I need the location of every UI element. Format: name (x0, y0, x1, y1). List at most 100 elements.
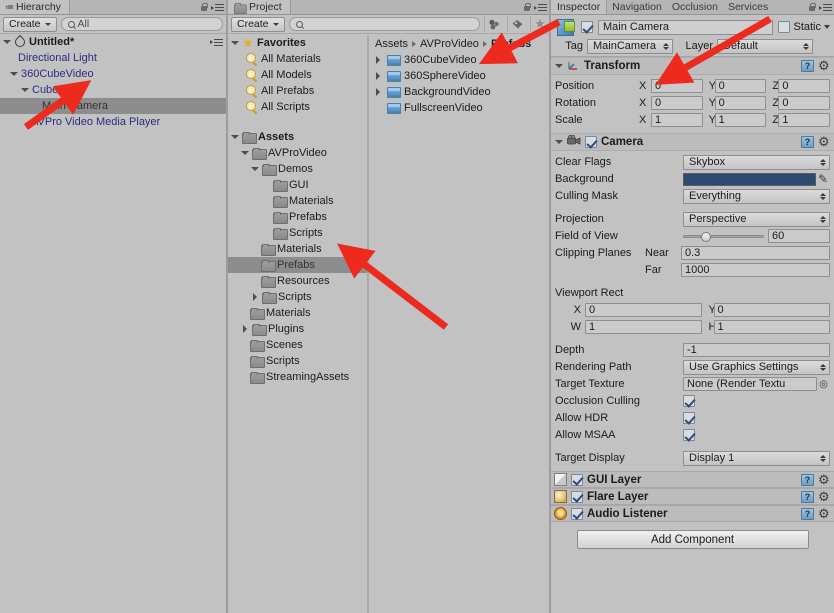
far-input[interactable]: 1000 (681, 263, 830, 277)
scene-root-row[interactable]: Untitled* (0, 34, 226, 50)
filter-by-label-icon[interactable] (507, 16, 526, 32)
folder-streamingassets[interactable]: StreamingAssets (228, 369, 367, 385)
folder-demos[interactable]: Demos (228, 161, 367, 177)
hierarchy-item-360cubevideo[interactable]: 360CubeVideo (0, 66, 226, 82)
folder-avpro-scripts[interactable]: Scripts (228, 289, 367, 305)
viewport-x-input[interactable]: 0 (585, 303, 702, 317)
hierarchy-create-button[interactable]: Create (3, 16, 57, 32)
folder-avpro-materials[interactable]: Materials (228, 241, 367, 257)
scale-z-input[interactable]: 1 (778, 113, 831, 127)
gear-icon[interactable] (818, 506, 830, 522)
scene-expander[interactable] (2, 40, 11, 44)
viewport-y-input[interactable]: 0 (713, 303, 830, 317)
favorites-expander[interactable] (230, 41, 239, 45)
hierarchy-item-cube[interactable]: Cube (0, 82, 226, 98)
expander-demos[interactable] (250, 167, 259, 171)
eyedropper-icon[interactable]: ✎ (816, 172, 830, 186)
folder-demos-materials[interactable]: Materials (228, 193, 367, 209)
flare-layer-component[interactable]: Flare Layer ? (551, 488, 834, 505)
camera-header[interactable]: Camera ? (551, 134, 834, 151)
lock-icon[interactable] (523, 3, 531, 12)
fov-slider-handle[interactable] (701, 231, 712, 242)
gear-icon[interactable] (818, 58, 830, 74)
expander-360cubevideo-asset[interactable] (373, 56, 382, 64)
rotation-x-input[interactable]: 0 (651, 96, 703, 110)
breadcrumb-assets[interactable]: Assets (375, 38, 408, 50)
help-icon[interactable]: ? (801, 490, 814, 503)
help-icon[interactable]: ? (801, 60, 814, 72)
clear-flags-dropdown[interactable]: Skybox (683, 154, 830, 170)
gui-layer-enabled-checkbox[interactable] (571, 473, 583, 486)
asset-item-360cubevideo[interactable]: 360CubeVideo (369, 52, 549, 68)
folder-scenes[interactable]: Scenes (228, 337, 367, 353)
rotation-y-input[interactable]: 0 (714, 96, 767, 110)
occlusion-culling-checkbox[interactable] (683, 395, 695, 407)
allow-hdr-checkbox[interactable] (683, 412, 695, 424)
expander-avprovideo[interactable] (240, 151, 249, 155)
project-search-input[interactable] (288, 17, 480, 31)
object-name-input[interactable]: Main Camera (598, 19, 774, 35)
folder-scripts[interactable]: Scripts (228, 353, 367, 369)
asset-item-360spherevideo[interactable]: 360SphereVideo (369, 68, 549, 84)
fov-slider-track[interactable] (683, 231, 764, 242)
tab-services[interactable]: Services (723, 0, 773, 14)
breadcrumb-prefabs[interactable]: Prefabs (491, 38, 531, 50)
expander-avpro-scripts[interactable] (250, 293, 259, 301)
hierarchy-search-input[interactable]: All (60, 17, 223, 31)
favorites-root[interactable]: ★ Favorites (228, 35, 367, 51)
panel-menu-icon[interactable] (211, 3, 224, 12)
assets-expander[interactable] (230, 135, 239, 139)
hierarchy-item-avpro-video-media-player[interactable]: AVPro Video Media Player (0, 114, 226, 130)
audio-listener-enabled-checkbox[interactable] (571, 507, 583, 520)
folder-demos-scripts[interactable]: Scripts (228, 225, 367, 241)
tab-occlusion[interactable]: Occlusion (667, 0, 723, 14)
gear-icon[interactable] (818, 472, 830, 488)
viewport-w-input[interactable]: 1 (585, 320, 702, 334)
tab-hierarchy[interactable]: ≔ Hierarchy (0, 0, 70, 14)
audio-listener-component[interactable]: Audio Listener ? (551, 505, 834, 522)
add-component-button[interactable]: Add Component (576, 530, 809, 549)
object-enabled-checkbox[interactable] (581, 21, 593, 33)
favorites-item-all-scripts[interactable]: All Scripts (228, 99, 367, 115)
transform-header[interactable]: Transform ? (551, 58, 834, 75)
culling-mask-dropdown[interactable]: Everything (683, 188, 830, 204)
hierarchy-item-main-camera[interactable]: Main Camera (0, 98, 226, 114)
hierarchy-item-directional-light[interactable]: Directional Light (0, 50, 226, 66)
gui-layer-component[interactable]: GUI Layer ? (551, 471, 834, 488)
transform-expander[interactable] (554, 64, 563, 68)
breadcrumb-avprovideo[interactable]: AVProVideo (420, 38, 479, 50)
help-icon[interactable]: ? (801, 473, 814, 486)
target-display-dropdown[interactable]: Display 1 (683, 450, 830, 466)
folder-materials[interactable]: Materials (228, 305, 367, 321)
folder-demos-prefabs[interactable]: Prefabs (228, 209, 367, 225)
filter-by-type-icon[interactable] (484, 16, 503, 32)
object-picker-icon[interactable]: ◎ (817, 379, 830, 390)
lock-icon[interactable] (808, 3, 816, 12)
depth-input[interactable]: -1 (683, 343, 830, 357)
tag-dropdown[interactable]: MainCamera (587, 38, 673, 54)
static-checkbox[interactable] (778, 21, 791, 33)
panel-menu-icon[interactable] (819, 3, 832, 12)
favorites-item-all-prefabs[interactable]: All Prefabs (228, 83, 367, 99)
tab-navigation[interactable]: Navigation (607, 0, 667, 14)
fov-input[interactable]: 60 (768, 229, 830, 243)
folder-avpro-resources[interactable]: Resources (228, 273, 367, 289)
help-icon[interactable]: ? (801, 507, 814, 520)
scale-y-input[interactable]: 1 (714, 113, 767, 127)
expander-plugins[interactable] (240, 325, 249, 333)
gear-icon[interactable] (818, 134, 830, 150)
allow-msaa-checkbox[interactable] (683, 429, 695, 441)
favorite-star-icon[interactable]: ★ (530, 16, 549, 32)
project-create-button[interactable]: Create (231, 16, 285, 32)
position-x-input[interactable]: 0 (651, 79, 703, 93)
rendering-path-dropdown[interactable]: Use Graphics Settings (683, 359, 830, 375)
tab-inspector[interactable]: Inspector (551, 0, 608, 14)
panel-menu-icon[interactable] (534, 3, 547, 12)
position-z-input[interactable]: 0 (778, 79, 831, 93)
lock-icon[interactable] (200, 3, 208, 12)
folder-demos-gui[interactable]: GUI (228, 177, 367, 193)
viewport-h-input[interactable]: 1 (713, 320, 830, 334)
flare-layer-enabled-checkbox[interactable] (571, 490, 583, 503)
folder-avpro-prefabs[interactable]: Prefabs (228, 257, 367, 273)
favorites-item-all-materials[interactable]: All Materials (228, 51, 367, 67)
